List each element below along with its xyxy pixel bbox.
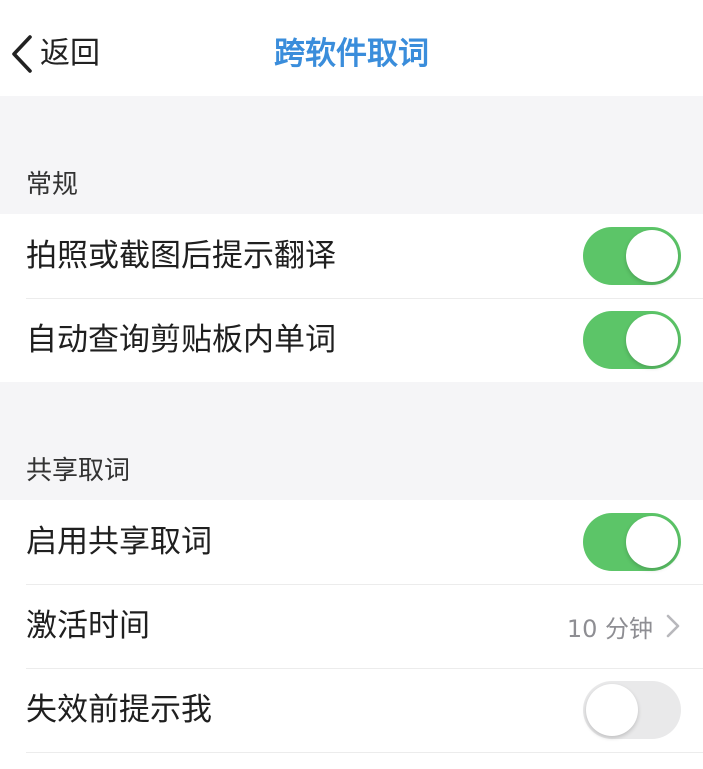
toggle-knob bbox=[626, 230, 678, 282]
settings-group-shared-lookup: 启用共享取词 激活时间 10 分钟 失效前提示我 bbox=[0, 500, 703, 769]
page-title: 跨软件取词 bbox=[274, 36, 429, 72]
activation-time-value: 10 分钟 bbox=[566, 614, 653, 643]
setting-row-enable-shared: 启用共享取词 bbox=[0, 500, 703, 584]
toggle-knob bbox=[586, 684, 638, 736]
setting-row-photo-translate: 拍照或截图后提示翻译 bbox=[0, 214, 703, 298]
section-header-shared-lookup: 共享取词 bbox=[26, 456, 131, 486]
setting-label: 激活时间 bbox=[26, 608, 150, 644]
chevron-right-icon bbox=[666, 614, 680, 638]
notify-before-expire-toggle[interactable] bbox=[583, 681, 681, 739]
settings-group-general: 拍照或截图后提示翻译 自动查询剪贴板内单词 bbox=[0, 214, 703, 382]
divider bbox=[26, 752, 703, 753]
section-header-general: 常规 bbox=[26, 170, 79, 200]
navigation-bar: 返回 跨软件取词 bbox=[0, 0, 703, 96]
clipboard-lookup-toggle[interactable] bbox=[583, 311, 681, 369]
setting-row-notify-before-expire: 失效前提示我 bbox=[0, 668, 703, 752]
enable-shared-lookup-toggle[interactable] bbox=[583, 513, 681, 571]
setting-row-clipboard-lookup: 自动查询剪贴板内单词 bbox=[0, 298, 703, 382]
activation-time-selector[interactable]: 10 分钟 bbox=[567, 584, 681, 668]
toggle-knob bbox=[626, 314, 678, 366]
setting-label: 自动查询剪贴板内单词 bbox=[26, 322, 336, 358]
setting-label: 拍照或截图后提示翻译 bbox=[26, 238, 336, 274]
photo-translate-toggle[interactable] bbox=[583, 227, 681, 285]
setting-row-activation-time[interactable]: 激活时间 10 分钟 bbox=[0, 584, 703, 668]
toggle-knob bbox=[626, 516, 678, 568]
setting-label: 启用共享取词 bbox=[26, 524, 212, 560]
setting-label: 失效前提示我 bbox=[26, 692, 212, 728]
